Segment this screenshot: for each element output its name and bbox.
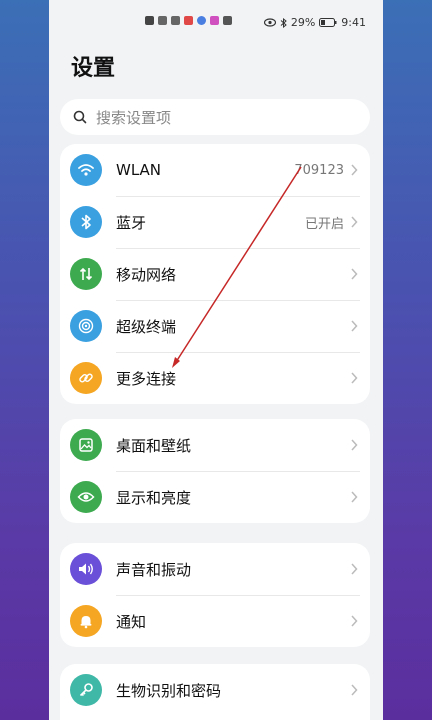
- page-title: 设置: [71, 56, 116, 81]
- search-icon: [73, 110, 87, 124]
- nfc-icon: [145, 16, 154, 25]
- chevron-right-icon: [351, 372, 358, 384]
- settings-item-label: 移动网络: [116, 265, 177, 284]
- super-device-icon: [70, 310, 102, 342]
- settings-group-security: 生物识别和密码: [60, 664, 370, 720]
- settings-item-label: 蓝牙: [116, 213, 147, 232]
- settings-item-mobile-network[interactable]: 移动网络: [60, 248, 370, 300]
- bell-icon: [70, 605, 102, 637]
- mobile-data-icon: [70, 258, 102, 290]
- settings-group-sound: 声音和振动 通知: [60, 543, 370, 647]
- sound-icon: [70, 553, 102, 585]
- battery-icon: [319, 18, 337, 27]
- settings-item-bluetooth[interactable]: 蓝牙 已开启: [60, 196, 370, 248]
- settings-item-label: 通知: [116, 612, 147, 631]
- search-placeholder: 搜索设置项: [96, 108, 172, 127]
- chevron-right-icon: [351, 320, 358, 332]
- battery-percent: 29%: [290, 16, 316, 29]
- chevron-right-icon: [351, 615, 358, 627]
- chevron-right-icon: [351, 563, 358, 575]
- chevron-right-icon: [351, 684, 358, 696]
- settings-item-home-wallpaper[interactable]: 桌面和壁纸: [60, 419, 370, 471]
- app-notification-icon: [197, 16, 206, 25]
- chevron-right-icon: [351, 439, 358, 451]
- settings-item-display-brightness[interactable]: 显示和亮度: [60, 471, 370, 523]
- search-bar[interactable]: 搜索设置项: [60, 99, 370, 135]
- key-icon: [70, 674, 102, 706]
- settings-group-connectivity: WLAN 709123 蓝牙 已开启 移动网络 超级终端 更多连接: [60, 144, 370, 404]
- settings-item-label: 生物识别和密码: [116, 681, 222, 700]
- wifi-icon: [70, 154, 102, 186]
- settings-item-label: WLAN: [116, 161, 162, 179]
- settings-item-biometrics-password[interactable]: 生物识别和密码: [60, 664, 370, 716]
- settings-item-sound-vibration[interactable]: 声音和振动: [60, 543, 370, 595]
- eye-comfort-icon: [263, 18, 276, 27]
- settings-item-value: 709123: [294, 162, 344, 178]
- chevron-right-icon: [351, 216, 358, 228]
- settings-item-label: 更多连接: [116, 369, 177, 388]
- eye-icon: [70, 481, 102, 513]
- bluetooth-status-icon: [280, 17, 287, 28]
- hourglass-icon: [171, 16, 180, 25]
- wifi-status-icon: [158, 16, 167, 25]
- system-status: 29% 9:41: [263, 16, 366, 29]
- settings-item-super-device[interactable]: 超级终端: [60, 300, 370, 352]
- status-bar: 29% 9:41: [49, 0, 383, 44]
- settings-item-more-connections[interactable]: 更多连接: [60, 352, 370, 404]
- settings-item-value: 已开启: [304, 216, 344, 232]
- wallpaper-icon: [70, 429, 102, 461]
- chevron-right-icon: [351, 491, 358, 503]
- settings-item-label: 显示和亮度: [116, 488, 192, 507]
- settings-item-label: 超级终端: [116, 317, 177, 336]
- notification-icons: [145, 16, 232, 25]
- link-icon: [70, 362, 102, 394]
- chevron-right-icon: [351, 164, 358, 176]
- settings-item-label: 声音和振动: [116, 560, 192, 579]
- settings-item-label: 桌面和壁纸: [116, 436, 192, 455]
- settings-group-display: 桌面和壁纸 显示和亮度: [60, 419, 370, 523]
- settings-item-wlan[interactable]: WLAN 709123: [60, 144, 370, 196]
- app-notification-icon: [184, 16, 193, 25]
- phone-screen: 29% 9:41 设置 搜索设置项 WLAN 709123 蓝牙 已开启 移动网…: [49, 0, 383, 720]
- clock: 9:41: [341, 16, 366, 29]
- app-notification-icon: [223, 16, 232, 25]
- settings-item-notifications[interactable]: 通知: [60, 595, 370, 647]
- bluetooth-icon: [70, 206, 102, 238]
- chevron-right-icon: [351, 268, 358, 280]
- app-notification-icon: [210, 16, 219, 25]
